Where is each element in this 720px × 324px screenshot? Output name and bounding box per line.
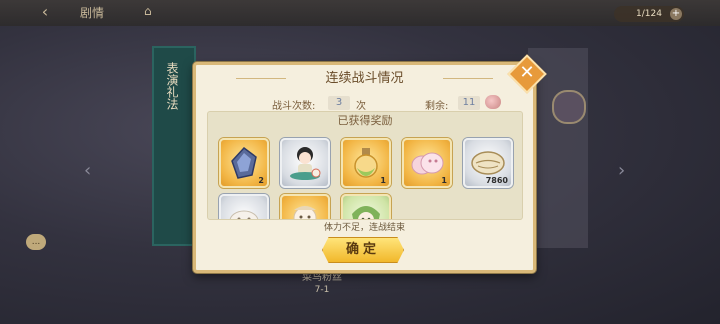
chat-button[interactable]: ...: [26, 234, 46, 250]
battle-count-label: 战斗次数:: [272, 101, 316, 112]
stage-number: 7-1: [314, 285, 330, 295]
top-title: 剧情: [80, 6, 105, 20]
battle-end-status: 体力不足，连战结束: [323, 223, 405, 233]
rewards-panel: 已获得奖励 2 1 1 7860: [207, 111, 523, 220]
battle-count-value: 3: [328, 96, 350, 110]
prev-arrow-icon[interactable]: ‹: [84, 160, 91, 181]
chapter-scroll-text: 表演礼法: [165, 62, 179, 110]
pink-bun-icon: [485, 95, 501, 109]
character-chibi-icon: [293, 206, 317, 219]
reward-qty: 1: [380, 176, 386, 185]
chapter-scroll[interactable]: 表演礼法: [152, 46, 196, 246]
reward-item[interactable]: 1: [341, 138, 391, 188]
add-stamina-icon[interactable]: +: [670, 8, 682, 20]
reward-item[interactable]: [341, 194, 391, 219]
character-chibi-icon: [290, 147, 321, 180]
home-icon[interactable]: ⌂: [144, 4, 158, 18]
pink-bun-icon: [411, 152, 444, 175]
close-icon[interactable]: ✕: [513, 60, 541, 88]
reward-item[interactable]: 2: [219, 138, 269, 188]
potion-bottle-icon: [354, 148, 378, 178]
blue-crystal-icon: [231, 147, 257, 179]
battle-results-dialog: 连续战斗情况 战斗次数: 3 次 剩余: 11 已获得奖励 2 1 1 7860…: [193, 62, 536, 273]
next-arrow-icon[interactable]: ›: [618, 160, 625, 181]
reward-item[interactable]: 7860: [463, 138, 513, 188]
remaining-value: 11: [458, 96, 480, 110]
stamina-value: 1/124: [636, 9, 662, 19]
battle-count-unit: 次: [356, 101, 366, 112]
seashell-icon: [471, 151, 505, 175]
reward-item[interactable]: 1: [402, 138, 452, 188]
reward-qty: 2: [258, 176, 264, 185]
reward-item[interactable]: [280, 138, 330, 188]
character-chibi-icon: [352, 206, 380, 219]
white-bun-icon: [229, 210, 259, 219]
reward-item[interactable]: [219, 194, 269, 219]
reward-qty: 7860: [485, 176, 508, 185]
reward-item[interactable]: [280, 194, 330, 219]
remaining-label: 剩余:: [425, 101, 449, 112]
gear-badge-icon[interactable]: [552, 90, 586, 124]
dialog-title: 连续战斗情况: [325, 71, 404, 86]
rewards-header: 已获得奖励: [337, 114, 393, 127]
confirm-button[interactable]: 确定: [322, 237, 404, 263]
stamina-counter: 1/124 +: [614, 6, 684, 22]
back-arrow-icon[interactable]: ‹: [36, 3, 54, 21]
reward-qty: 1: [441, 176, 447, 185]
